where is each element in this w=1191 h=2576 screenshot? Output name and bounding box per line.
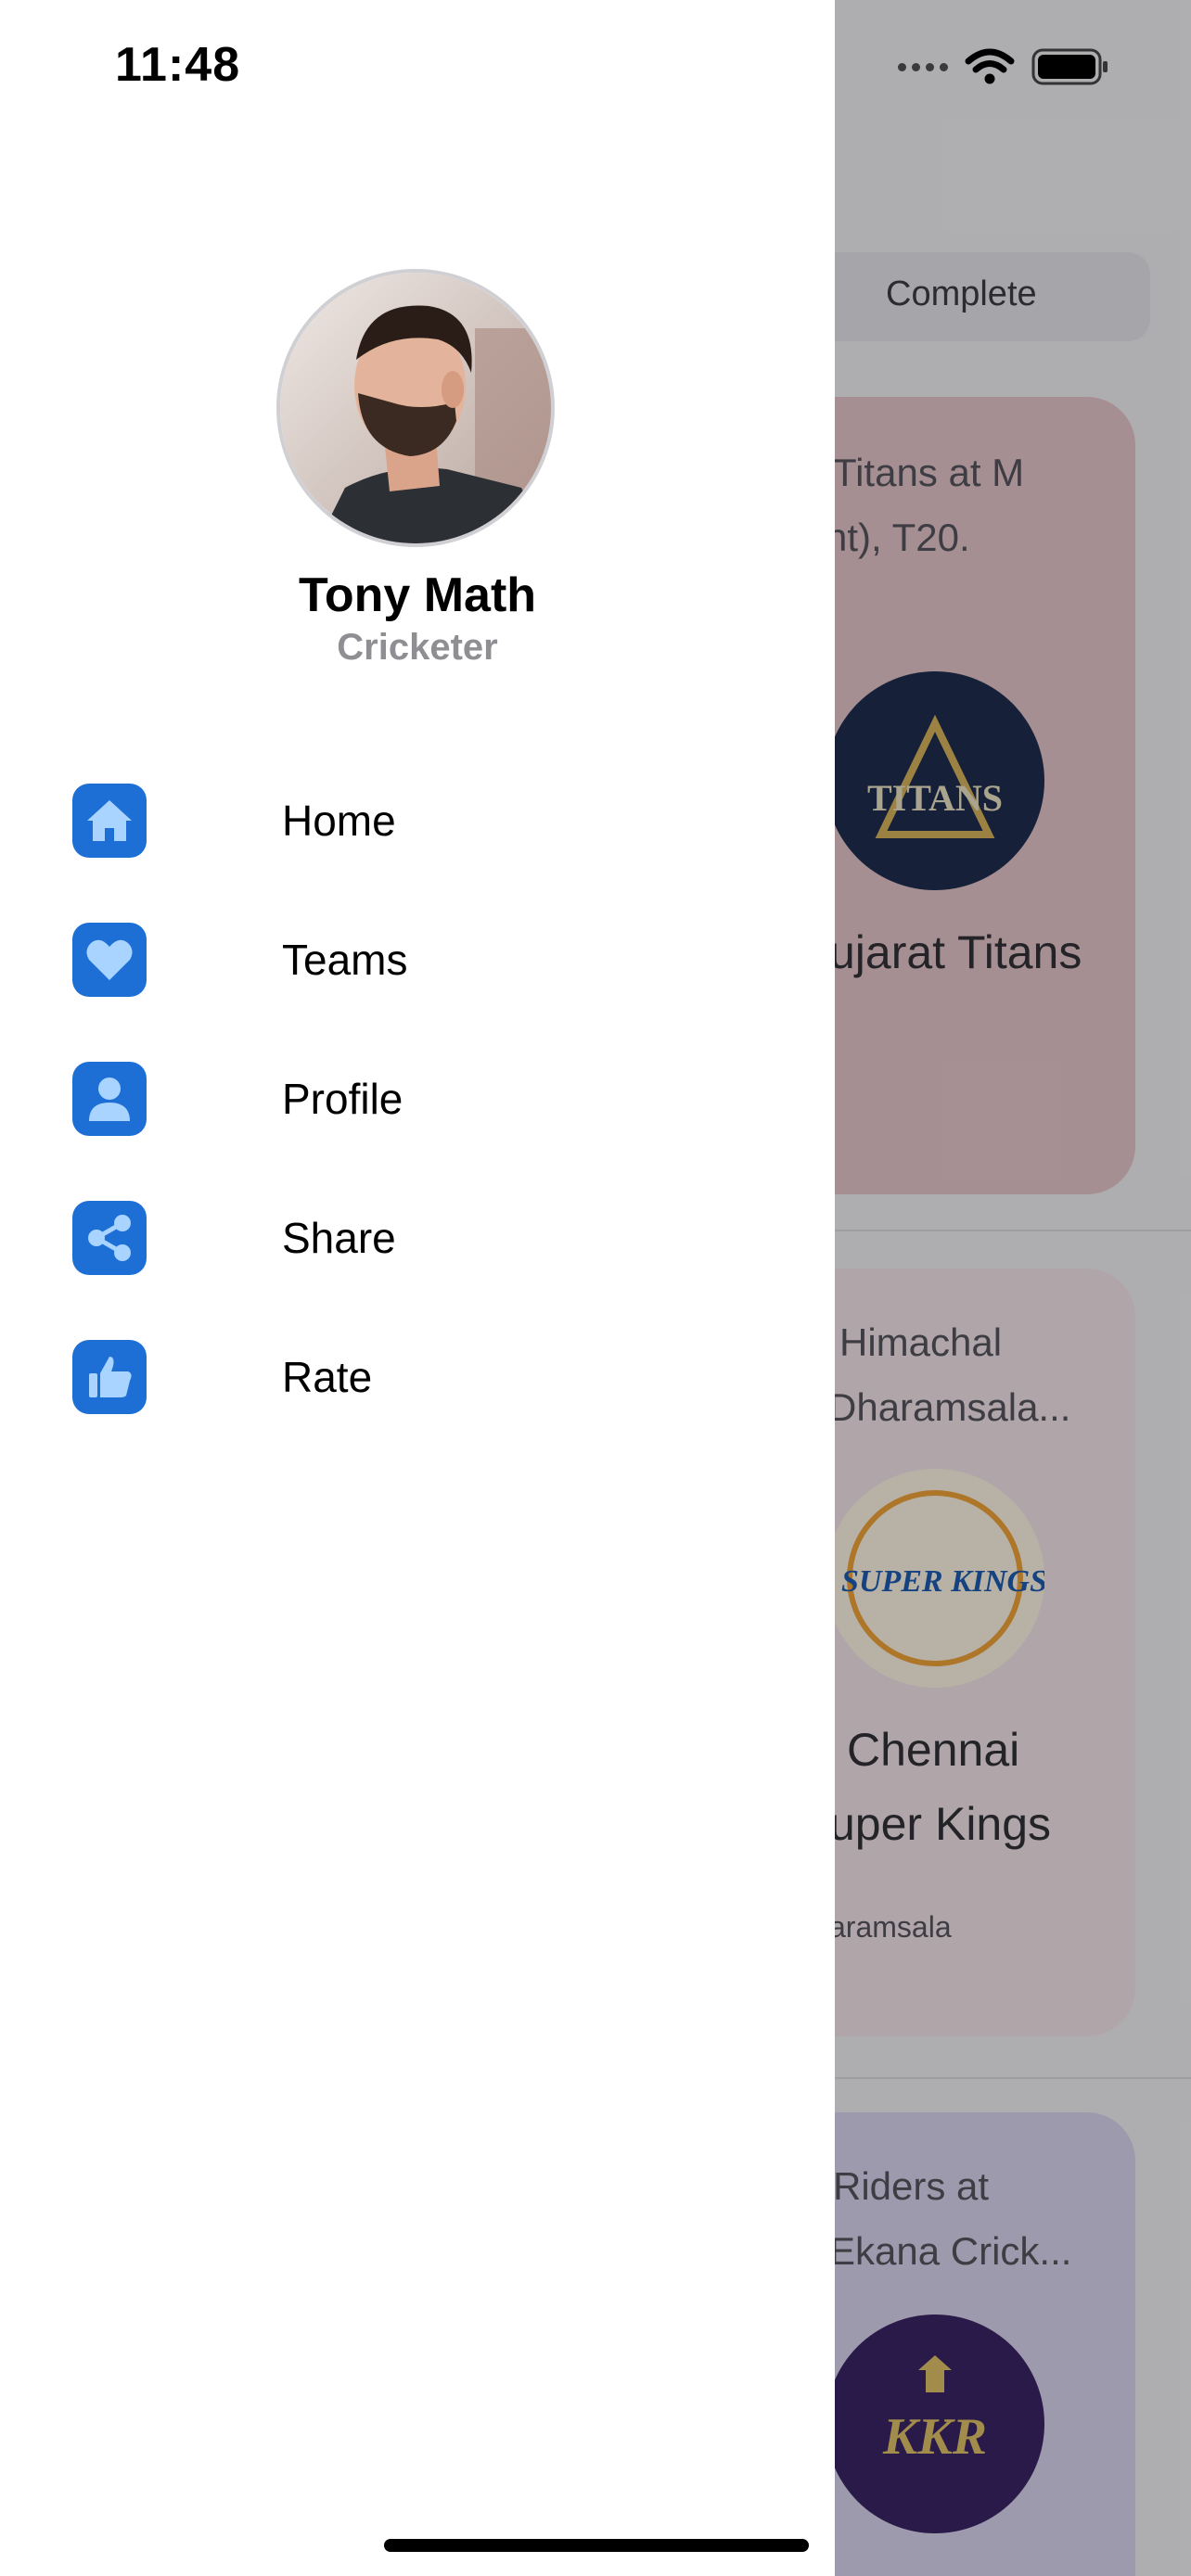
profile-photo <box>280 273 551 543</box>
menu-item-teams[interactable]: Teams <box>72 915 777 1004</box>
person-icon <box>72 1062 147 1136</box>
status-time: 11:48 <box>115 38 241 92</box>
menu-item-rate[interactable]: Rate <box>72 1333 777 1422</box>
menu-item-share[interactable]: Share <box>72 1193 777 1282</box>
menu-label: Share <box>282 1214 396 1262</box>
share-icon <box>72 1201 147 1275</box>
menu-label: Profile <box>282 1075 403 1123</box>
home-indicator[interactable] <box>384 2539 809 2552</box>
side-drawer: 11:48 Tony Math Cricketer Home Teams Pro… <box>0 0 835 2576</box>
menu-label: Rate <box>282 1353 373 1401</box>
menu-item-profile[interactable]: Profile <box>72 1054 777 1143</box>
thumbs-up-icon <box>72 1340 147 1414</box>
profile-name: Tony Math <box>298 568 537 622</box>
menu-item-home[interactable]: Home <box>72 776 777 865</box>
menu-label: Home <box>282 797 396 845</box>
avatar[interactable] <box>276 269 555 547</box>
home-icon <box>72 784 147 858</box>
status-indicators <box>898 43 1109 91</box>
heart-icon <box>72 923 147 997</box>
profile-role: Cricketer <box>337 627 498 668</box>
menu-label: Teams <box>282 936 408 984</box>
battery-icon <box>1031 48 1108 85</box>
wifi-icon <box>965 48 1015 84</box>
signal-dots-icon <box>898 62 948 71</box>
